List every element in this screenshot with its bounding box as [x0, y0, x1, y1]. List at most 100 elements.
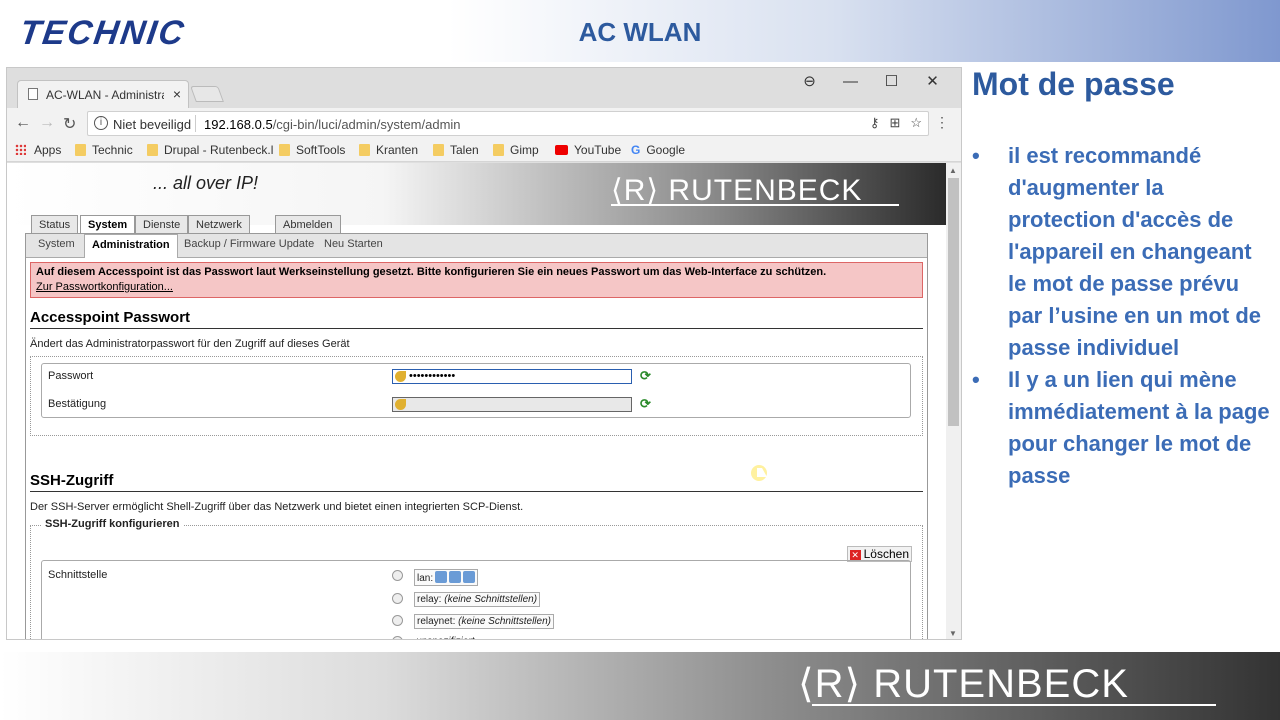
reveal-confirm-icon[interactable]: ⟳: [640, 396, 651, 412]
wifi-icon: [463, 571, 476, 583]
info-icon[interactable]: i: [94, 116, 108, 130]
warning-message: Auf diesem Accesspoint ist das Passwort …: [36, 266, 827, 278]
close-window-button[interactable]: ✕: [912, 72, 953, 92]
password-section-description: Ändert das Administratorpasswort für den…: [30, 338, 350, 350]
ssh-section-title: SSH-Zugriff: [30, 472, 923, 492]
tab-title: AC-WLAN - Administratio: [46, 88, 164, 102]
bookmark-kranten[interactable]: Kranten: [359, 143, 418, 157]
logo-underline: [611, 204, 899, 206]
interface-label-relaynet: relaynet: (keine Schnittstellen): [414, 614, 554, 629]
bookmark-drupal[interactable]: Drupal - Rutenbeck.l: [147, 143, 273, 157]
tab-abmelden[interactable]: Abmelden: [275, 215, 341, 235]
key-icon: [395, 399, 406, 410]
web-content: ... all over IP! ⟨R⟩ RUTENBECK Status Sy…: [7, 163, 947, 639]
scroll-thumb[interactable]: [948, 178, 959, 426]
subtab-system[interactable]: System: [38, 238, 75, 250]
mouse-cursor: [751, 465, 767, 481]
footer-logo-underline: [812, 704, 1216, 706]
ssh-legend: SSH-Zugriff konfigurieren: [41, 518, 184, 530]
confirm-input[interactable]: [392, 397, 632, 412]
bullet-item: il est recommandé d'augmenter la protect…: [972, 140, 1272, 364]
window-controls: ⊖ — ☐ ✕: [789, 72, 953, 92]
ssh-interface-box: Schnittstelle lan: relay: (keine Schnitt…: [41, 560, 911, 639]
scroll-up-icon[interactable]: ▲: [949, 166, 957, 175]
radio-lan[interactable]: [392, 570, 403, 581]
key-icon[interactable]: ⚷: [870, 115, 880, 130]
bookmark-talen[interactable]: Talen: [433, 143, 479, 157]
tagline: ... all over IP!: [153, 173, 259, 193]
omnibox-icons: ⚷ ⊞ ☆: [860, 115, 922, 131]
interface-label-relay: relay: (keine Schnittstellen): [414, 592, 541, 607]
password-input[interactable]: ••••••••••••: [392, 369, 632, 384]
browser-tab[interactable]: AC-WLAN - Administratio ×: [17, 80, 189, 108]
subtab-neu-starten[interactable]: Neu Starten: [324, 238, 383, 250]
folder-icon: [433, 144, 444, 156]
interface-label-lan: lan:: [414, 569, 479, 586]
tab-close-icon[interactable]: ×: [173, 86, 181, 102]
tab-status[interactable]: Status: [31, 215, 79, 235]
radio-relay[interactable]: [392, 593, 403, 604]
menu-icon[interactable]: ⋮: [935, 114, 949, 131]
footer-rutenbeck-logo: ⟨R⟩ RUTENBECK: [798, 662, 1129, 706]
ssh-fieldset: SSH-Zugriff konfigurieren ✕ Löschen Schni…: [30, 518, 923, 639]
bookmark-softtools[interactable]: SoftTools: [279, 143, 345, 157]
header-band: TECHNIC AC WLAN: [0, 0, 1280, 62]
tab-dienste[interactable]: Dienste: [135, 215, 189, 235]
star-icon[interactable]: ☆: [910, 115, 922, 130]
radio-relaynet[interactable]: [392, 615, 403, 626]
scroll-down-icon[interactable]: ▼: [949, 629, 957, 638]
admin-panel: System Administration Backup / Firmware …: [25, 233, 928, 639]
page-icon: [28, 88, 38, 100]
password-fields: Passwort •••••••••••• ⟳ Bestätigung ⟳: [41, 363, 911, 418]
reveal-password-icon[interactable]: ⟳: [640, 368, 651, 384]
ssh-section-description: Der SSH-Server ermöglicht Shell-Zugriff …: [30, 501, 524, 513]
google-icon: G: [631, 143, 641, 157]
profile-icon[interactable]: ⊖: [789, 72, 830, 92]
password-config-link[interactable]: Zur Passwortkonfiguration...: [36, 281, 917, 293]
back-button[interactable]: ←: [15, 114, 31, 132]
security-label: Niet beveiligd: [113, 117, 192, 132]
password-label: Passwort: [48, 370, 94, 382]
forward-button[interactable]: →: [39, 114, 55, 132]
folder-icon: [493, 144, 504, 156]
browser-window: AC-WLAN - Administratio × ⊖ — ☐ ✕ ← → ↻ …: [6, 67, 962, 640]
confirm-label: Bestätigung: [48, 398, 107, 410]
network-icon: [449, 571, 462, 583]
scrollbar[interactable]: ▲ ▼: [946, 163, 961, 639]
password-fieldset: Passwort •••••••••••• ⟳ Bestätigung ⟳: [30, 356, 923, 436]
reload-button[interactable]: ↻: [63, 114, 76, 134]
side-title: Mot de passe: [972, 66, 1175, 102]
bookmarks-bar: Apps Technic Drupal - Rutenbeck.l SoftTo…: [7, 140, 961, 162]
bookmark-google[interactable]: G Google: [631, 143, 685, 157]
translate-icon[interactable]: ⊞: [889, 115, 900, 130]
url-text: 192.168.0.5/cgi-bin/luci/admin/system/ad…: [204, 117, 461, 132]
tab-netzwerk[interactable]: Netzwerk: [188, 215, 250, 235]
radio-unspecified[interactable]: [392, 636, 403, 639]
main-tabs: Status System Dienste Netzwerk Abmelden: [7, 209, 947, 236]
address-bar[interactable]: i Niet beveiligd 192.168.0.5/cgi-bin/luc…: [87, 111, 929, 136]
interface-label: Schnittstelle: [48, 569, 108, 581]
youtube-icon: [555, 145, 568, 155]
browser-toolbar: ← → ↻ i Niet beveiligd 192.168.0.5/cgi-b…: [7, 108, 961, 140]
side-bullets: il est recommandé d'augmenter la protect…: [972, 140, 1272, 492]
bookmark-gimp[interactable]: Gimp: [493, 143, 539, 157]
folder-icon: [75, 144, 86, 156]
password-section-title: Accesspoint Passwort: [30, 309, 923, 329]
warning-box: Auf diesem Accesspoint ist das Passwort …: [30, 262, 923, 298]
maximize-button[interactable]: ☐: [871, 72, 912, 92]
bookmark-youtube[interactable]: YouTube: [555, 143, 621, 157]
subtab-administration[interactable]: Administration: [84, 234, 178, 258]
slide: TECHNIC AC WLAN AC-WLAN - Administratio …: [0, 0, 1280, 720]
new-tab-button[interactable]: [190, 86, 224, 102]
bookmark-technic[interactable]: Technic: [75, 143, 133, 157]
bullet-item: Il y a un lien qui mène immédiatement à …: [972, 364, 1272, 492]
folder-icon: [147, 144, 158, 156]
divider: [195, 115, 196, 132]
tab-bar: AC-WLAN - Administratio × ⊖ — ☐ ✕: [7, 68, 961, 108]
subtab-backup[interactable]: Backup / Firmware Update: [184, 238, 314, 250]
folder-icon: [359, 144, 370, 156]
minimize-button[interactable]: —: [830, 72, 871, 92]
slide-title: AC WLAN: [578, 17, 702, 47]
bookmark-apps[interactable]: Apps: [15, 143, 61, 157]
folder-icon: [279, 144, 290, 156]
